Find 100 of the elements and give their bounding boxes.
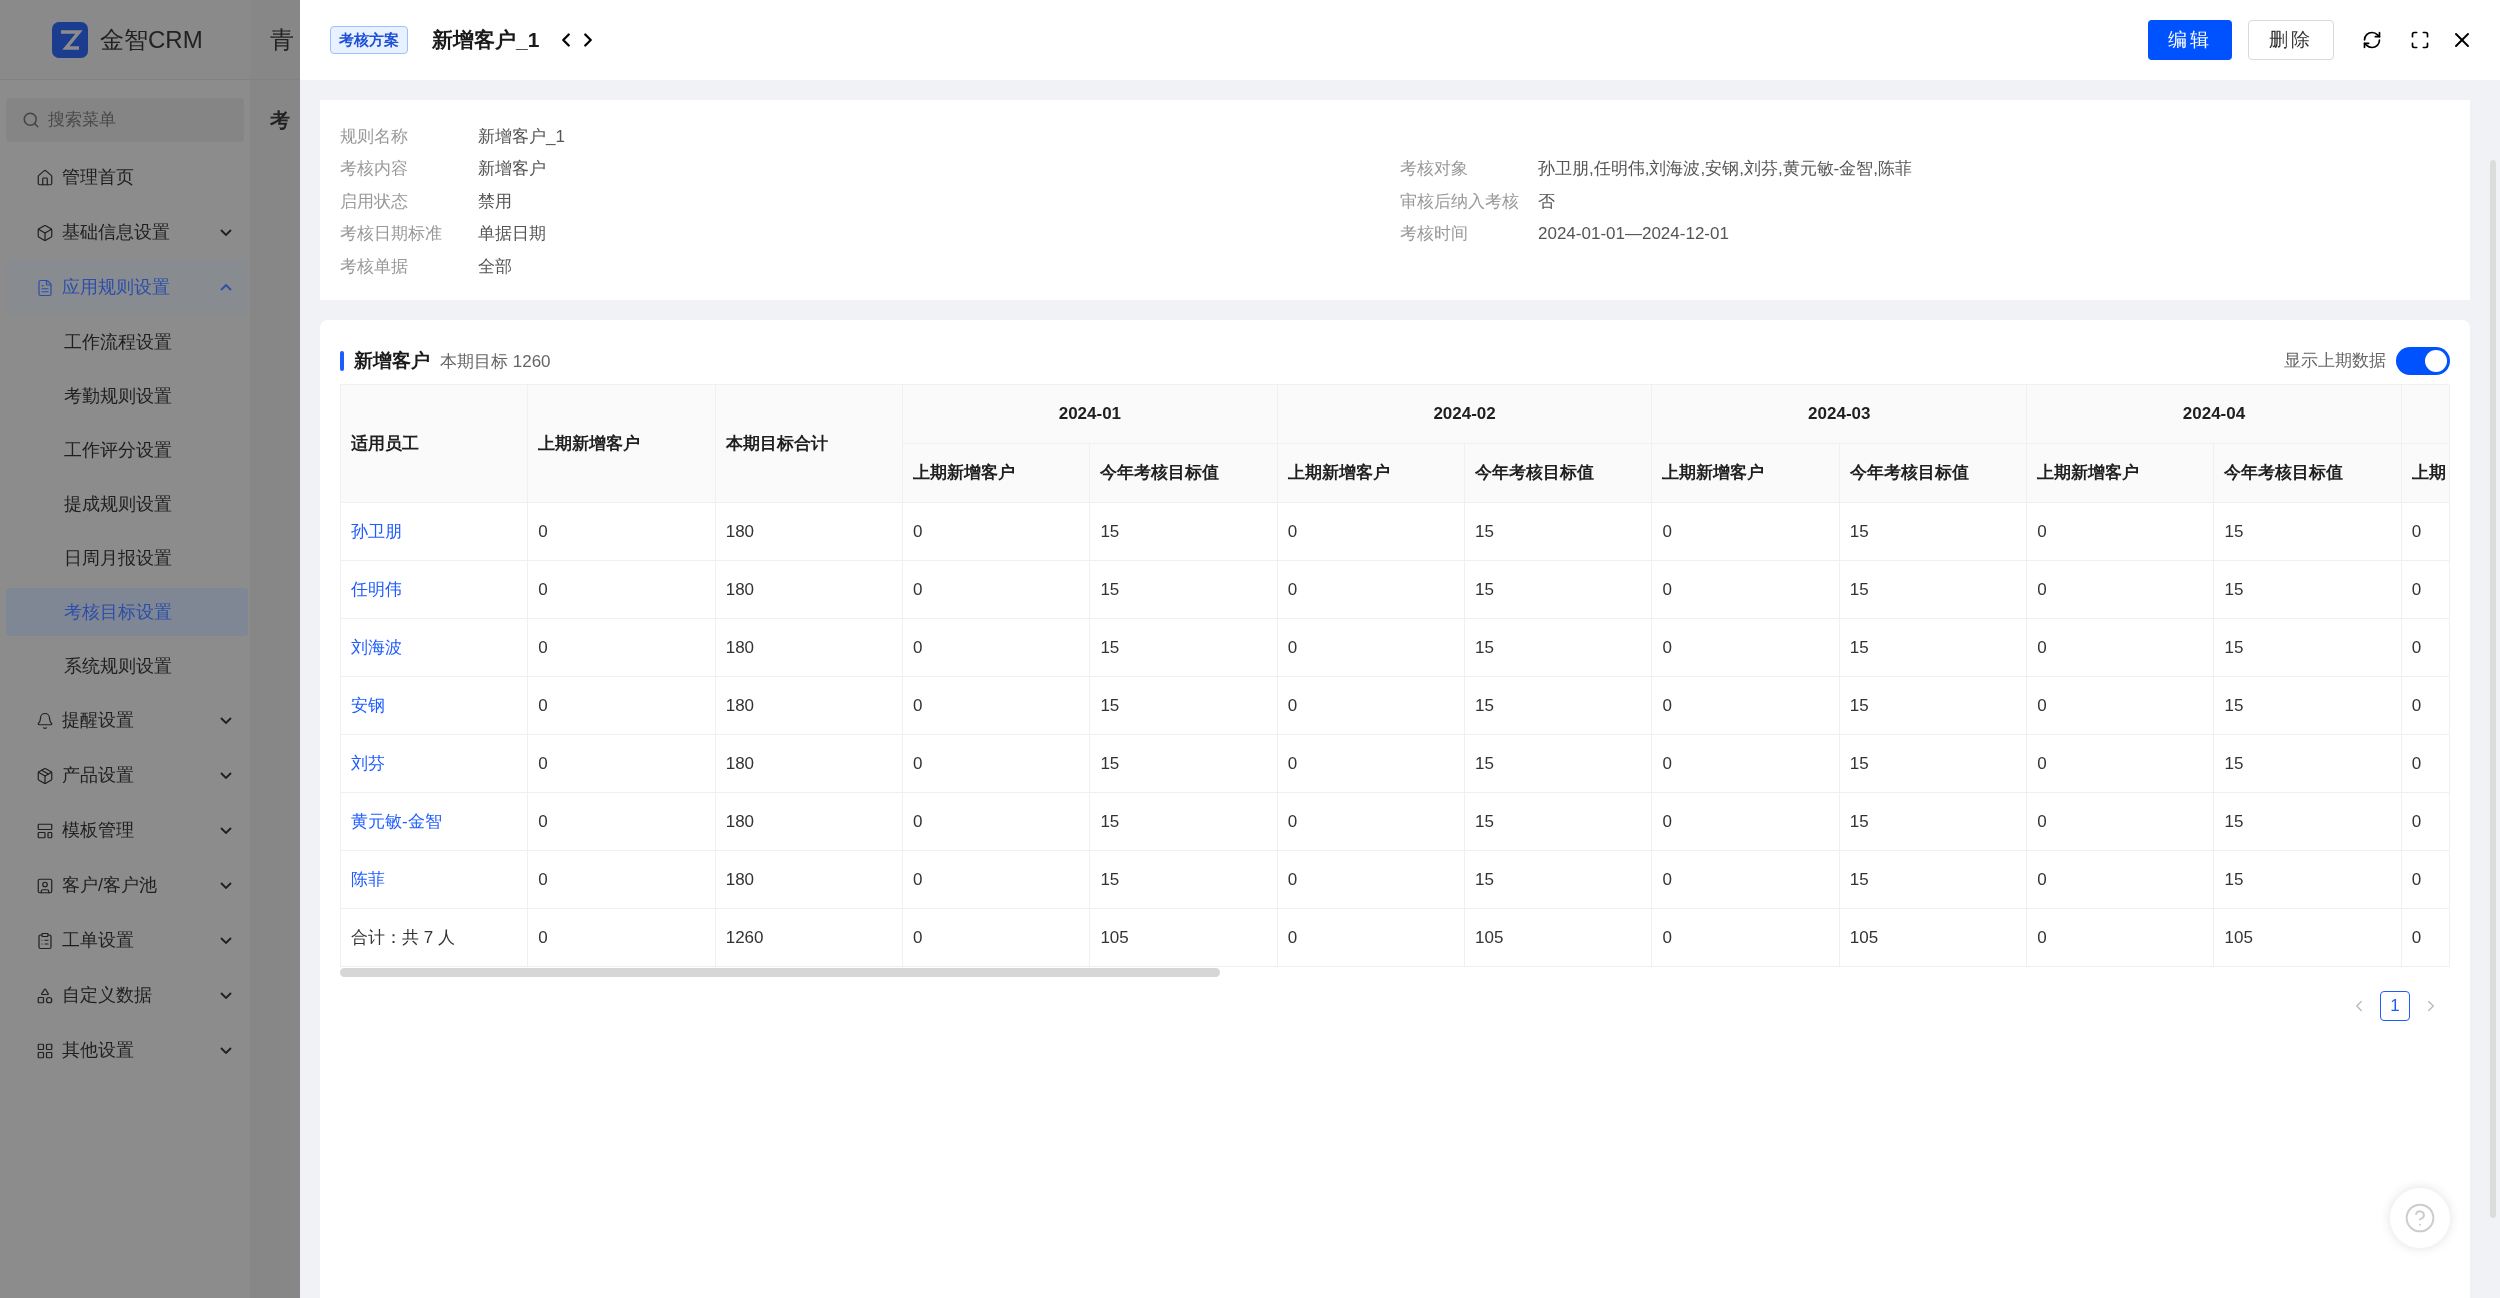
column-header: 上期新增客户 xyxy=(2026,443,2214,503)
field-value: 全部 xyxy=(478,255,512,278)
field-label: 审核后纳入考核 xyxy=(1400,190,1520,213)
table-cell: 0 xyxy=(1277,908,1465,967)
chevron-down-icon xyxy=(220,827,232,834)
table-cell: 0 xyxy=(2026,734,2214,793)
field-value: 单据日期 xyxy=(478,223,546,245)
submenu-item[interactable]: 考勤规则设置 xyxy=(6,372,248,420)
fullscreen-icon[interactable] xyxy=(2410,30,2430,50)
table-cell: 0 xyxy=(1651,850,1840,909)
grid-icon xyxy=(36,1041,54,1060)
table-cell: 0 xyxy=(902,618,1090,677)
template-icon xyxy=(36,821,54,840)
table-cell: 0 xyxy=(1651,502,1840,561)
logo-icon xyxy=(52,21,88,58)
field-label: 考核对象 xyxy=(1400,158,1469,180)
field-value: 禁用 xyxy=(478,190,512,213)
table-cell: 0 xyxy=(2401,676,2450,735)
employee-link[interactable]: 安钢 xyxy=(340,676,528,735)
table-cell: 0 xyxy=(2026,502,2214,561)
table-cell: 15 xyxy=(2214,792,2402,851)
refresh-icon[interactable] xyxy=(2362,30,2382,50)
submenu-item[interactable]: 提成规则设置 xyxy=(6,480,248,528)
table-cell: 15 xyxy=(1839,502,2027,561)
table-cell: 0 xyxy=(2401,792,2450,851)
horizontal-scrollbar[interactable] xyxy=(340,968,1220,977)
search-icon xyxy=(22,111,40,129)
page-title: 考 xyxy=(270,108,290,133)
employee-link[interactable]: 任明伟 xyxy=(340,560,528,619)
menu-item[interactable]: 自定义数据 xyxy=(6,968,248,1023)
employee-link[interactable]: 孙卫朋 xyxy=(340,502,528,561)
field-label: 考核单据 xyxy=(340,255,409,278)
table-cell: 15 xyxy=(1464,734,1652,793)
clipboard-icon xyxy=(36,931,54,950)
submenu-item[interactable]: 日周月报设置 xyxy=(6,534,248,582)
page-button[interactable]: 1 xyxy=(2380,991,2410,1021)
column-header: 上期 xyxy=(2401,443,2450,503)
table-cell: 0 xyxy=(527,560,716,619)
chevron-down-icon xyxy=(220,882,232,889)
table-cell: 15 xyxy=(1464,618,1652,677)
toggle-switch[interactable] xyxy=(2396,347,2450,375)
employee-link[interactable]: 黄元敏-金智 xyxy=(340,792,528,851)
table-cell: 0 xyxy=(2401,734,2450,793)
table-cell: 0 xyxy=(1277,618,1465,677)
field-value: 否 xyxy=(1538,190,1555,213)
menu-item[interactable]: 管理首页 xyxy=(6,150,248,205)
table-cell: 0 xyxy=(527,502,716,561)
table-cell: 15 xyxy=(1839,676,2027,735)
table-cell: 15 xyxy=(2214,676,2402,735)
menu-item[interactable]: 工单设置 xyxy=(6,913,248,968)
menu-item[interactable]: 提醒设置 xyxy=(6,693,248,748)
table-cell: 15 xyxy=(2214,734,2402,793)
menu-item[interactable]: 基础信息设置 xyxy=(6,205,248,260)
table-cell: 0 xyxy=(527,908,716,967)
table-cell: 0 xyxy=(2401,850,2450,909)
table-cell: 0 xyxy=(2026,792,2214,851)
table-cell: 0 xyxy=(2026,560,2214,619)
menu-item[interactable]: 其他设置 xyxy=(6,1023,248,1078)
edit-button[interactable]: 编辑 xyxy=(2148,20,2232,60)
table-cell: 105 xyxy=(1089,908,1278,967)
column-header: 上期新增客户 xyxy=(527,384,716,503)
table-cell: 180 xyxy=(715,618,903,677)
search-field[interactable]: 搜索菜单 xyxy=(6,98,244,142)
table-cell: 15 xyxy=(1839,560,2027,619)
menu-item[interactable]: 产品设置 xyxy=(6,748,248,803)
column-header: 上期新增客户 xyxy=(1277,443,1465,503)
chevron-up-icon xyxy=(220,284,232,291)
table-cell: 0 xyxy=(527,792,716,851)
chevron-down-icon xyxy=(220,1047,232,1054)
table-cell: 0 xyxy=(902,792,1090,851)
table-cell: 0 xyxy=(2401,502,2450,561)
column-header: 今年考核目标值 xyxy=(2214,443,2402,503)
column-header: 2024-02 xyxy=(1277,384,1652,444)
vertical-scrollbar[interactable] xyxy=(2490,160,2496,1218)
table-cell: 0 xyxy=(1277,850,1465,909)
table-cell: 0 xyxy=(902,676,1090,735)
table-cell: 15 xyxy=(1089,734,1278,793)
drawer-title: 新增客户_1 xyxy=(432,27,540,54)
menu-item[interactable]: 客户/客户池 xyxy=(6,858,248,913)
field-value: 孙卫朋,任明伟,刘海波,安钢,刘芬,黄元敏-金智,陈菲 xyxy=(1538,158,1912,180)
submenu-item[interactable]: 工作流程设置 xyxy=(6,318,248,366)
table-cell: 0 xyxy=(2401,618,2450,677)
table-cell: 0 xyxy=(1277,676,1465,735)
delete-button[interactable]: 删除 xyxy=(2248,20,2334,60)
column-header: 本期目标合计 xyxy=(715,384,903,503)
employee-link[interactable]: 陈菲 xyxy=(340,850,528,909)
menu-item[interactable]: 模板管理 xyxy=(6,803,248,858)
table-cell: 0 xyxy=(2401,560,2450,619)
employee-link[interactable]: 刘海波 xyxy=(340,618,528,677)
table-cell: 0 xyxy=(527,618,716,677)
table-cell: 0 xyxy=(527,850,716,909)
submenu-item[interactable]: 系统规则设置 xyxy=(6,642,248,690)
document-icon xyxy=(36,278,54,297)
table-cell: 180 xyxy=(715,850,903,909)
field-label: 考核日期标准 xyxy=(340,223,443,245)
employee-link[interactable]: 刘芬 xyxy=(340,734,528,793)
table-cell: 0 xyxy=(1651,734,1840,793)
header-text: 青 xyxy=(270,24,294,55)
table-cell: 0 xyxy=(902,734,1090,793)
submenu-item[interactable]: 工作评分设置 xyxy=(6,426,248,474)
